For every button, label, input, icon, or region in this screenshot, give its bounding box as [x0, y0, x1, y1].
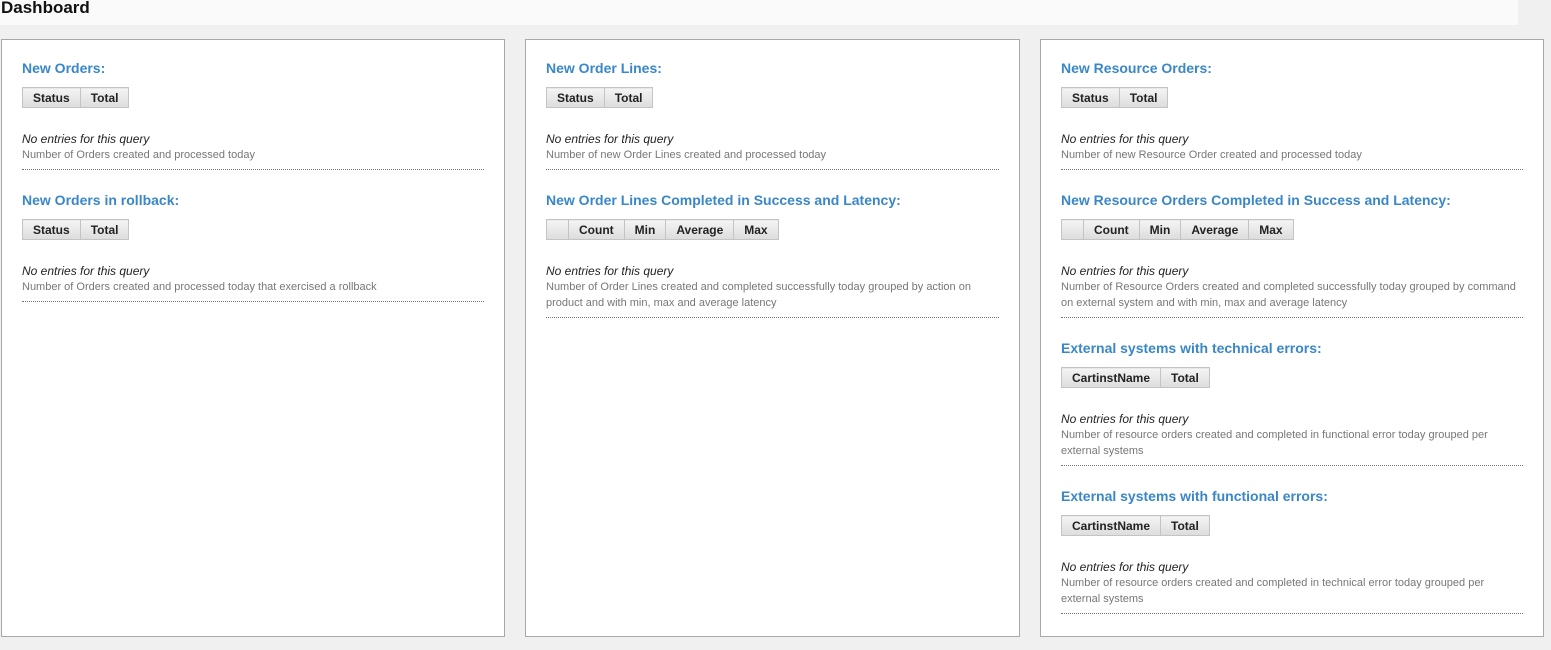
empty-message: No entries for this query — [546, 264, 674, 278]
empty-message: No entries for this query — [546, 132, 674, 146]
table-header-row: CartinstName Total — [1060, 515, 1210, 536]
header-bar: Dashboard — [0, 0, 1518, 25]
section-description: Number of resource orders created and co… — [1061, 577, 1485, 605]
section-title: New Order Lines Completed in Success and… — [546, 192, 901, 208]
table-header-row: Status Total — [546, 87, 654, 108]
empty-message: No entries for this query — [22, 132, 150, 146]
empty-message: No entries for this query — [1061, 412, 1189, 426]
empty-message: No entries for this query — [22, 264, 150, 278]
column-header[interactable]: Max — [733, 219, 779, 240]
query-section: New Order Lines Completed in Success and… — [546, 192, 999, 318]
section-title: New Orders in rollback: — [22, 192, 180, 208]
dashboard-panel: New Resource Orders: Status Total No entrie… — [1040, 39, 1544, 637]
section-description: Number of new Order Lines created and pr… — [546, 149, 827, 161]
query-section: New Orders in rollback: Status Total No ent… — [22, 192, 484, 302]
column-header[interactable]: CartinstName — [1060, 515, 1162, 536]
table-header-row: Status Total — [22, 87, 130, 108]
column-header[interactable]: Status — [546, 87, 605, 108]
dashboard-panel: New Order Lines: Status Total No entries fo… — [525, 39, 1020, 637]
table-header-row: Count Min Average Max — [1061, 219, 1294, 240]
column-header[interactable] — [1061, 219, 1084, 240]
table-header-row: CartinstName Total — [1060, 367, 1210, 388]
column-header[interactable]: Total — [79, 87, 130, 108]
empty-message: No entries for this query — [1061, 264, 1189, 278]
results-table: Status Total — [1061, 87, 1169, 108]
page-title: Dashboard — [1, 0, 90, 17]
empty-message: No entries for this query — [1061, 132, 1189, 146]
section-description: Number of Orders created and processed t… — [22, 149, 255, 161]
column-header[interactable]: Min — [1138, 219, 1182, 240]
query-section: New Order Lines: Status Total No entries fo… — [546, 60, 999, 170]
query-section: New Resource Orders Completed in Success… — [1061, 192, 1523, 318]
section-description: Number of new Resource Order created and… — [1061, 149, 1362, 161]
section-title: New Orders: — [22, 60, 106, 76]
column-header[interactable]: Status — [1061, 87, 1120, 108]
results-table: CartinstName Total — [1060, 515, 1210, 536]
column-header[interactable]: Status — [22, 219, 81, 240]
table-header-row: Count Min Average Max — [546, 219, 779, 240]
column-header[interactable]: Total — [1160, 515, 1210, 536]
section-description: Number of Resource Orders created and co… — [1061, 281, 1516, 309]
column-header[interactable]: Count — [568, 219, 625, 240]
column-header[interactable]: Min — [623, 219, 667, 240]
column-header[interactable]: Total — [1160, 367, 1210, 388]
section-title: External systems with functional errors: — [1061, 488, 1328, 504]
column-header[interactable]: Average — [1180, 219, 1250, 240]
results-table: Count Min Average Max — [1061, 219, 1294, 240]
query-section: New Resource Orders: Status Total No entrie… — [1061, 60, 1523, 170]
column-header[interactable]: Max — [1248, 219, 1294, 240]
section-description: Number of Order Lines created and comple… — [546, 281, 971, 309]
column-header[interactable]: Total — [79, 219, 130, 240]
section-title: New Order Lines: — [546, 60, 662, 76]
dashboard-panel: New Orders: Status Total No entries for thi… — [1, 39, 505, 637]
column-header[interactable]: CartinstName — [1060, 367, 1162, 388]
results-table: Status Total — [546, 87, 654, 108]
results-table: CartinstName Total — [1060, 367, 1210, 388]
table-header-row: Status Total — [1061, 87, 1169, 108]
empty-message: No entries for this query — [1061, 560, 1189, 574]
section-description: Number of Orders created and processed t… — [22, 281, 377, 293]
column-header[interactable]: Count — [1083, 219, 1140, 240]
section-title: External systems with technical errors: — [1061, 340, 1322, 356]
column-header[interactable]: Total — [1118, 87, 1169, 108]
query-section: External systems with technical errors: C… — [1060, 340, 1523, 466]
column-header[interactable]: Status — [22, 87, 81, 108]
table-header-row: Status Total — [22, 219, 130, 240]
column-header[interactable]: Total — [603, 87, 654, 108]
query-section: External systems with functional errors:… — [1060, 488, 1523, 614]
section-title: New Resource Orders Completed in Success… — [1061, 192, 1451, 208]
query-section: New Orders: Status Total No entries for thi… — [22, 60, 484, 170]
results-table: Count Min Average Max — [546, 219, 779, 240]
column-header[interactable] — [546, 219, 569, 240]
section-title: New Resource Orders: — [1061, 60, 1212, 76]
results-table: Status Total — [22, 87, 130, 108]
results-table: Status Total — [22, 219, 130, 240]
section-description: Number of resource orders created and co… — [1061, 429, 1488, 457]
column-header[interactable]: Average — [665, 219, 735, 240]
